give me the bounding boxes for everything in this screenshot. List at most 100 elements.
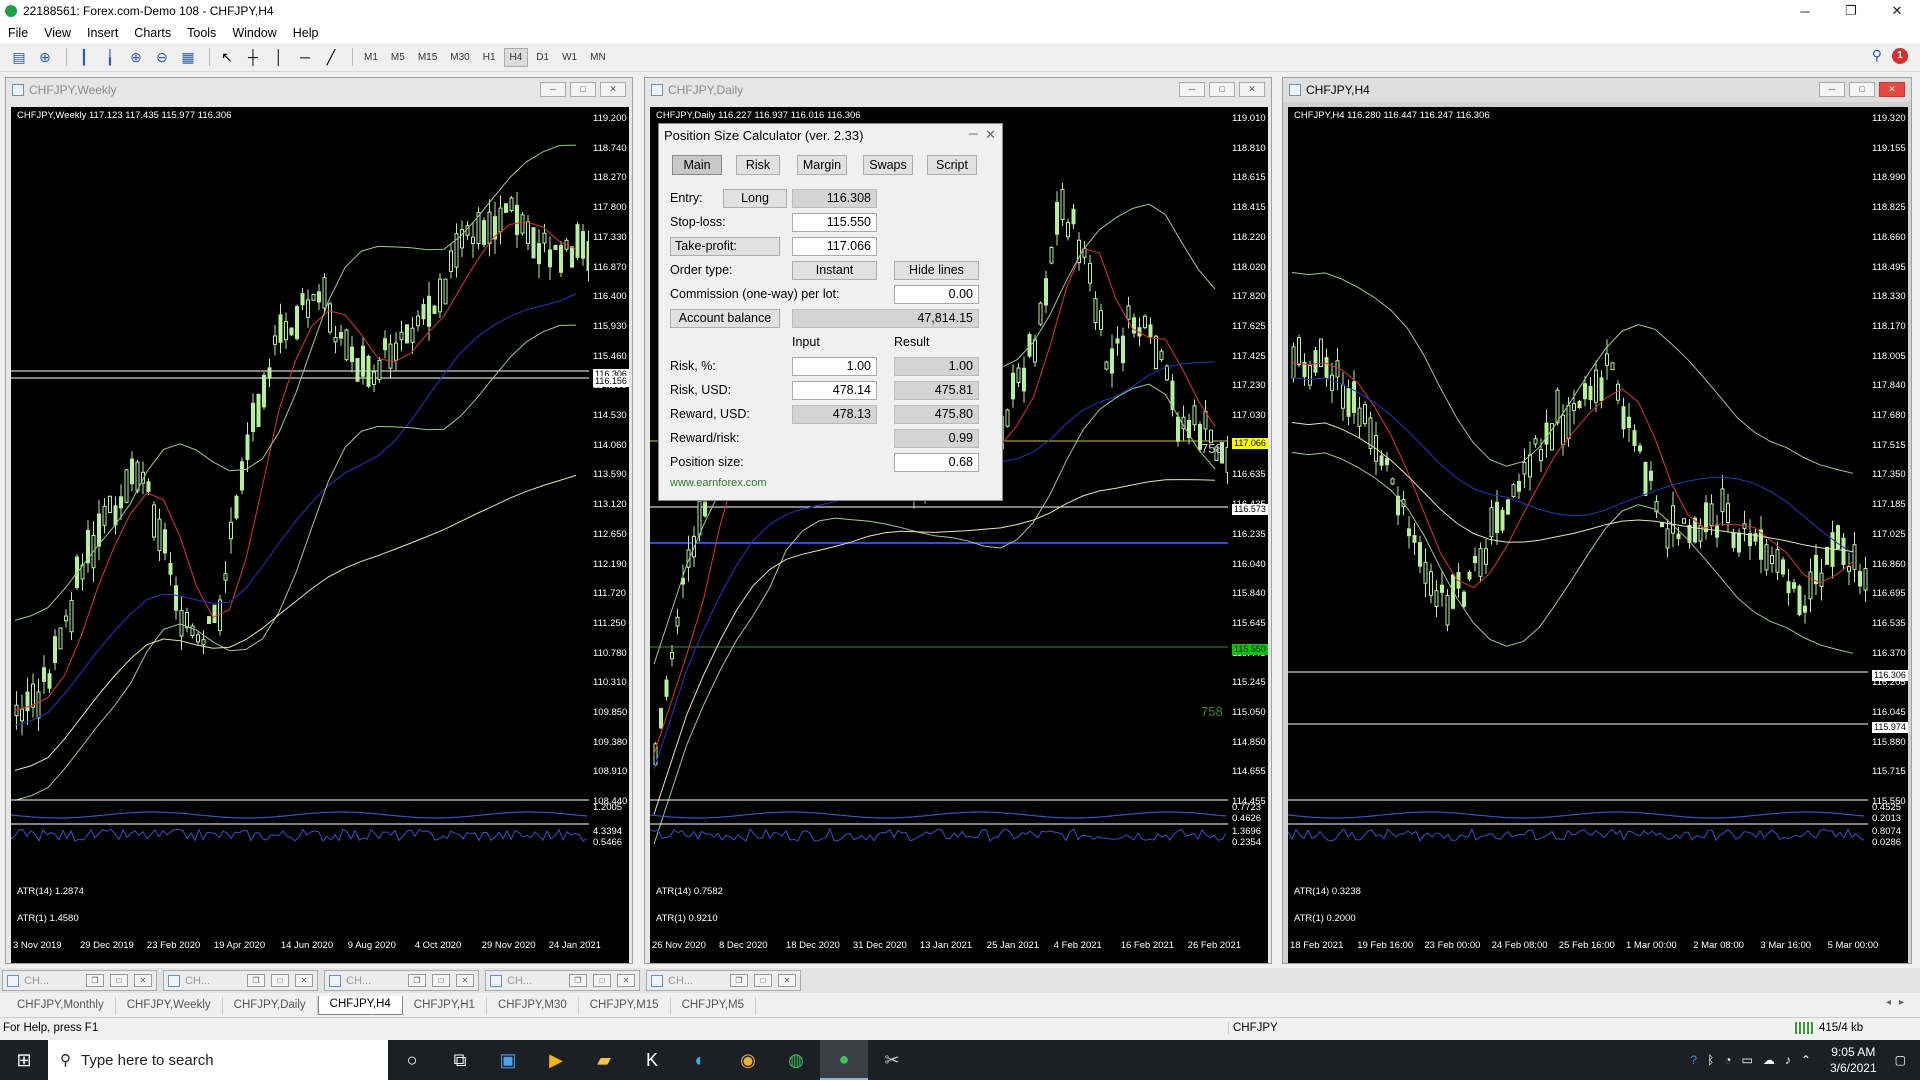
minimize-icon[interactable]: ─ [1179,82,1205,97]
action-center-icon[interactable]: ▢ [1895,1053,1906,1067]
maximize-icon[interactable]: □ [1209,82,1235,97]
mdi-window-item[interactable]: CH... ❐ □ ✕ [163,970,318,991]
tab-scroll-arrows[interactable]: ◂▸ [1886,997,1912,1008]
maximize-icon[interactable]: □ [271,974,289,987]
onedrive-icon[interactable]: ☁ [1763,1053,1775,1067]
timeframe-w1[interactable]: W1 [557,49,582,66]
menu-tools[interactable]: Tools [179,26,224,40]
close-icon[interactable]: ✕ [295,974,313,987]
risk-usd-input[interactable]: 478.14 [792,381,877,400]
zoom-in-icon[interactable]: ⊕ [125,46,147,68]
search-icon[interactable]: ⚲ [1872,47,1882,64]
edge-browser-icon[interactable]: ◐ [676,1040,724,1080]
menu-file[interactable]: File [0,26,36,40]
crosshair-icon[interactable]: ┼ [242,46,264,68]
price-chart[interactable]: CHFJPY,Weekly 117.123 117.435 115.977 11… [11,107,589,963]
close-icon[interactable]: ✕ [617,974,635,987]
timeframe-m15[interactable]: M15 [413,49,442,66]
tab-chfjpy-m15[interactable]: CHFJPY,M15 [579,997,671,1015]
cursor-icon[interactable]: ↖ [216,46,238,68]
restore-icon[interactable]: ❐ [86,974,104,987]
bluetooth-icon[interactable]: ᛒ [1707,1053,1714,1067]
tab-chfjpy-m30[interactable]: CHFJPY,M30 [487,997,579,1015]
tab-chfjpy-weekly[interactable]: CHFJPY,Weekly [116,997,223,1015]
maximize-icon[interactable]: □ [110,974,128,987]
vertical-line-icon[interactable]: │ [268,46,290,68]
timeframe-h1[interactable]: H1 [478,49,501,66]
close-icon[interactable]: ✕ [600,82,626,97]
mdi-window-item[interactable]: CH... ❐ □ ✕ [485,970,640,991]
close-button[interactable]: ✕ [1874,3,1920,19]
psc-minimize-icon[interactable]: ─ [969,126,978,141]
menu-window[interactable]: Window [224,26,284,40]
tile-windows-icon[interactable]: ▦ [177,46,199,68]
snipping-tool-icon[interactable]: ✂ [868,1040,916,1080]
direction-button[interactable]: Long [723,189,787,208]
maximize-icon[interactable]: □ [1849,82,1875,97]
minimize-icon[interactable]: ─ [540,82,566,97]
help-icon[interactable]: ? [1690,1053,1697,1067]
menu-insert[interactable]: Insert [79,26,126,40]
candlestick-icon[interactable]: ╽ [99,46,121,68]
restore-button[interactable]: ❐ [1828,3,1874,19]
minimize-icon[interactable]: ─ [1819,82,1845,97]
mdi-window-item[interactable]: CH... ❐ □ ✕ [324,970,479,991]
chrome-browser-icon[interactable]: ◉ [724,1040,772,1080]
tab-chfjpy-monthly[interactable]: CHFJPY,Monthly [6,997,116,1015]
chart-window-h4[interactable]: CHFJPY,H4 ─ □ ✕ CHFJPY,H4 116.280 116.447 … [1282,77,1912,964]
timeframe-mn[interactable]: MN [585,49,611,66]
mdi-window-item[interactable]: CH... ❐ □ ✕ [2,970,157,991]
maximize-icon[interactable]: □ [593,974,611,987]
zoom-out-icon[interactable]: ⊖ [151,46,173,68]
timeframe-m1[interactable]: M1 [359,49,383,66]
restore-icon[interactable]: ❐ [730,974,748,987]
close-icon[interactable]: ✕ [1239,82,1265,97]
restore-icon[interactable]: ❐ [247,974,265,987]
metatrader-icon[interactable]: ● [820,1040,868,1080]
timeframe-m30[interactable]: M30 [445,49,474,66]
account-balance-field[interactable]: 47,814.15 [792,309,979,328]
maximize-icon[interactable]: □ [570,82,596,97]
earnforex-link[interactable]: www.earnforex.com [670,477,767,489]
bar-chart-icon[interactable]: ┃ [73,46,95,68]
psc-tab-swaps[interactable]: Swaps [863,155,913,175]
timeframe-h4[interactable]: H4 [503,47,529,67]
monitor-app-icon[interactable]: ▣ [484,1040,532,1080]
new-chart-icon[interactable]: ▤ [8,46,30,68]
maximize-icon[interactable]: □ [754,974,772,987]
price-chart[interactable]: CHFJPY,H4 116.280 116.447 116.247 116.30… [1288,107,1868,963]
tab-chfjpy-m5[interactable]: CHFJPY,M5 [671,997,756,1015]
menu-charts[interactable]: Charts [126,26,179,40]
mdi-window-item[interactable]: CH... ❐ □ ✕ [646,970,801,991]
commission-field[interactable]: 0.00 [894,285,979,304]
plex-app-icon[interactable]: ▶ [532,1040,580,1080]
maximize-icon[interactable]: □ [432,974,450,987]
timeframe-m5[interactable]: M5 [386,49,410,66]
show-hidden-icon[interactable]: ⌃ [1801,1053,1811,1067]
tray-app-icon[interactable]: ◔ [1724,1053,1731,1067]
psc-tab-main[interactable]: Main [672,155,722,175]
whatsapp-icon[interactable]: ◍ [772,1040,820,1080]
psc-tab-risk[interactable]: Risk [736,155,780,175]
task-view-icon[interactable]: ⧉ [436,1040,484,1080]
tab-chfjpy-h1[interactable]: CHFJPY,H1 [403,997,487,1015]
close-icon[interactable]: ✕ [778,974,796,987]
crosshair-target-icon[interactable]: ⊕ [34,46,56,68]
stoploss-field[interactable]: 115.550 [792,213,877,232]
psc-tab-margin[interactable]: Margin [797,155,847,175]
restore-icon[interactable]: ❐ [408,974,426,987]
timeframe-d1[interactable]: D1 [531,49,554,66]
tab-chfjpy-h4[interactable]: CHFJPY,H4 [317,996,403,1015]
psc-tab-script[interactable]: Script [927,155,977,175]
takeprofit-field[interactable]: 117.066 [792,237,877,256]
app-k-icon[interactable]: K [628,1040,676,1080]
network-icon[interactable]: ▭ [1742,1053,1753,1067]
horizontal-line-icon[interactable]: ─ [294,46,316,68]
hide-lines-button[interactable]: Hide lines [894,261,979,280]
volume-icon[interactable]: ♪ [1785,1053,1791,1067]
notification-badge[interactable]: 1 [1892,47,1908,64]
cortana-icon[interactable]: ○ [388,1040,436,1080]
taskbar-clock[interactable]: 9:05 AM 3/6/2021 [1830,1044,1877,1076]
entry-field[interactable]: 116.308 [792,189,877,208]
position-size-field[interactable]: 0.68 [894,453,979,472]
